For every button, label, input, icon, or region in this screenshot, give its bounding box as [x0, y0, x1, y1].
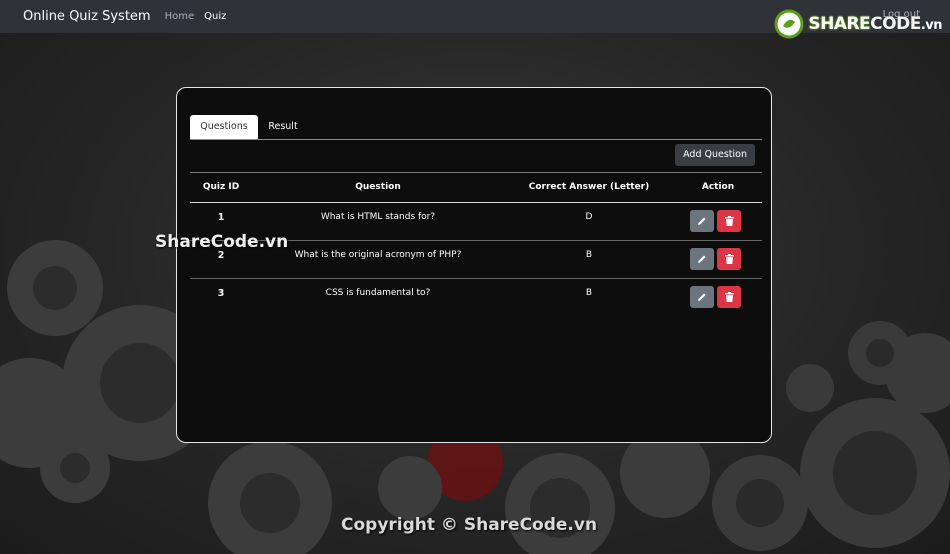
delete-button[interactable]	[717, 286, 741, 308]
nav-link-quiz[interactable]: Quiz	[204, 11, 226, 22]
logo-share-text: SHARE	[808, 14, 871, 34]
edit-button[interactable]	[690, 210, 714, 232]
tab-result[interactable]: Result	[262, 115, 304, 139]
watermark-center: ShareCode.vn	[155, 232, 289, 252]
logo-vn-text: .vn	[920, 18, 943, 33]
quiz-admin-card: Questions Result Add Question Quiz ID Qu…	[176, 87, 772, 443]
trash-icon	[724, 254, 734, 264]
trash-icon	[724, 216, 734, 226]
question-cell: What is HTML stands for?	[320, 212, 436, 222]
logo-code-text: CODE	[870, 14, 921, 34]
column-header-action: Action	[701, 182, 735, 192]
answer-cell: B	[585, 250, 593, 260]
pencil-icon	[698, 255, 706, 263]
sharecode-logo-icon	[774, 9, 804, 39]
quiz-id-cell: 1	[217, 212, 225, 223]
pencil-icon	[698, 217, 706, 225]
column-header-quiz-id: Quiz ID	[202, 182, 240, 192]
answer-cell: B	[585, 288, 593, 298]
question-cell: What is the original acronym of PHP?	[294, 250, 462, 260]
watermark-footer: Copyright © ShareCode.vn	[341, 515, 598, 535]
edit-button[interactable]	[690, 248, 714, 270]
quiz-id-cell: 3	[217, 288, 225, 299]
tab-bar: Questions Result	[190, 115, 762, 140]
row-actions	[690, 210, 741, 232]
table-header: Quiz ID Question Correct Answer (Letter)…	[190, 172, 762, 203]
pencil-icon	[698, 293, 706, 301]
delete-button[interactable]	[717, 210, 741, 232]
table-row: 3 CSS is fundamental to? B	[190, 279, 762, 316]
delete-button[interactable]	[717, 248, 741, 270]
column-header-question: Question	[355, 182, 401, 192]
trash-icon	[724, 292, 734, 302]
column-header-correct-answer: Correct Answer (Letter)	[528, 182, 650, 192]
row-actions	[690, 286, 741, 308]
add-question-button[interactable]: Add Question	[675, 144, 755, 166]
edit-button[interactable]	[690, 286, 714, 308]
nav-link-home[interactable]: Home	[165, 11, 195, 22]
answer-cell: D	[585, 212, 593, 222]
row-actions	[690, 248, 741, 270]
tab-questions[interactable]: Questions	[190, 115, 258, 139]
question-cell: CSS is fundamental to?	[325, 288, 431, 298]
sharecode-logo: SHARECODE.vn	[774, 8, 943, 40]
navbar-brand[interactable]: Online Quiz System	[23, 9, 151, 24]
